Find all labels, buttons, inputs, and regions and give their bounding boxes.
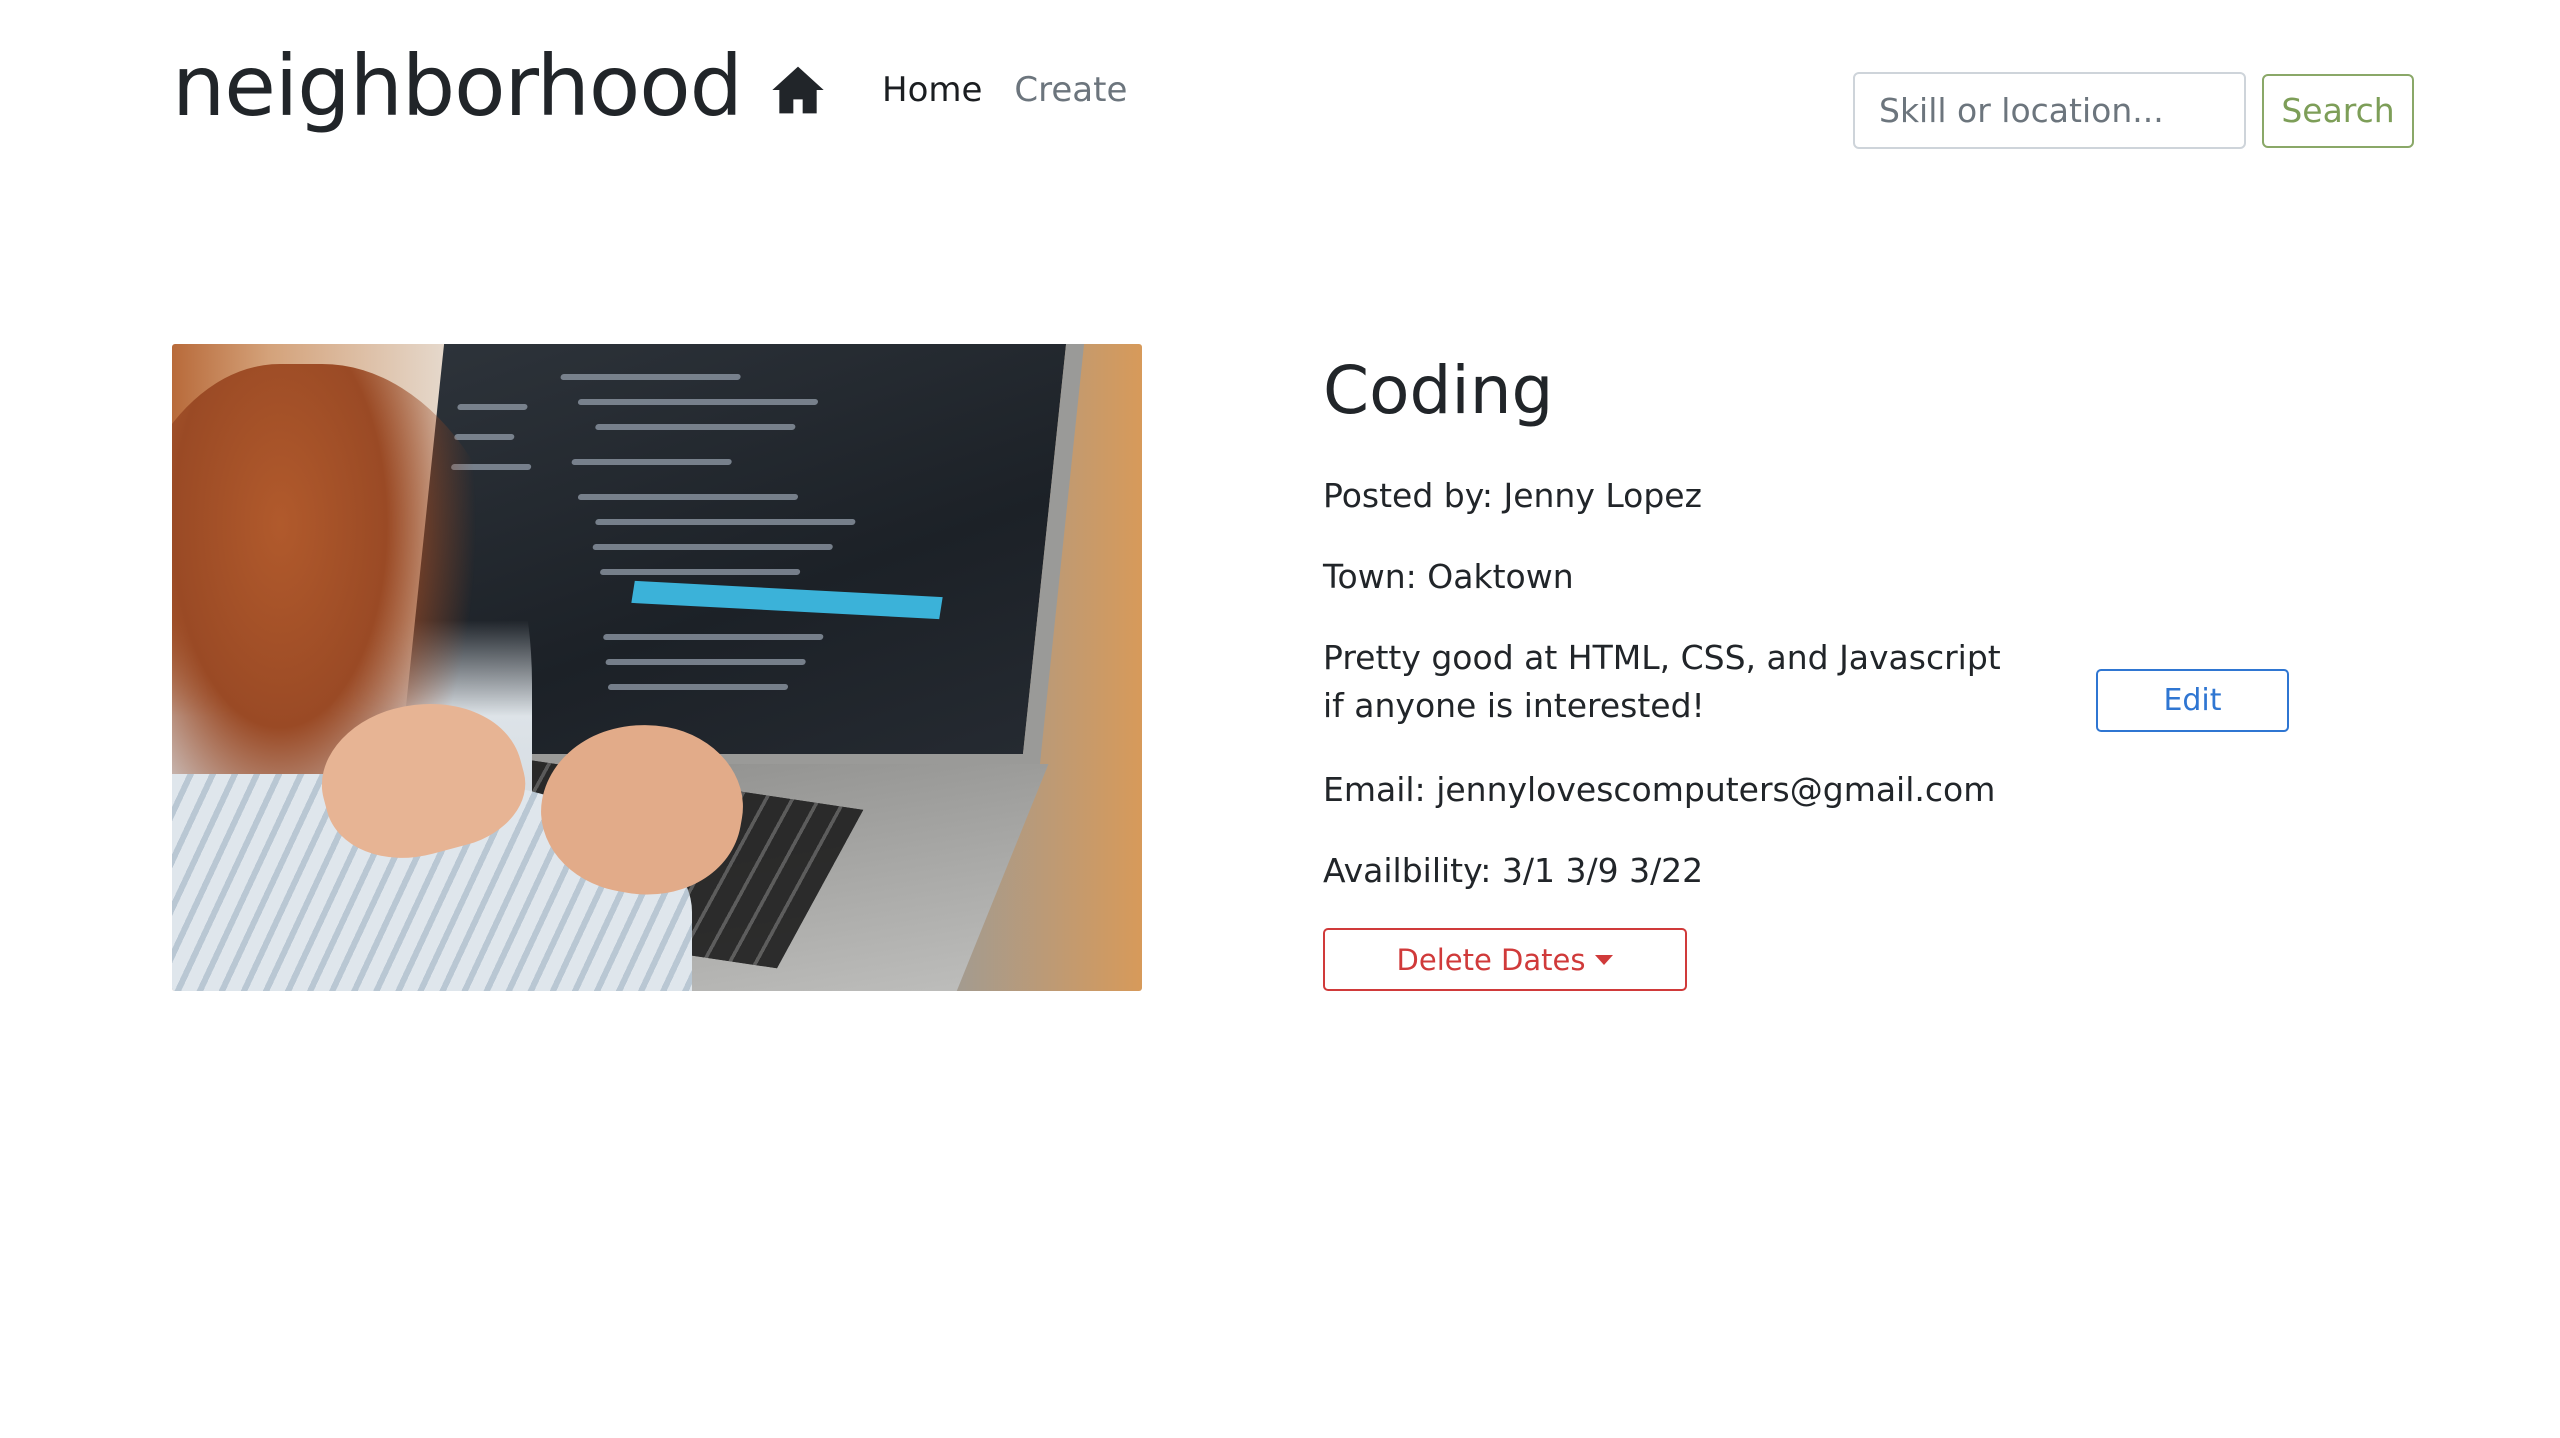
delete-dates-label: Delete Dates — [1396, 942, 1586, 977]
availability-label: Availbility: — [1323, 851, 1492, 890]
availability-value: 3/1 3/9 3/22 — [1501, 851, 1704, 890]
email-label: Email: — [1323, 770, 1426, 809]
posted-by-label: Posted by: — [1323, 476, 1493, 515]
search-form: Search — [1853, 72, 2414, 149]
availability: Availbility: 3/1 3/9 3/22 — [1323, 847, 1703, 895]
search-button[interactable]: Search — [2262, 73, 2414, 148]
nav-link-create[interactable]: Create — [1014, 70, 1127, 110]
delete-dates-dropdown[interactable]: Delete Dates — [1323, 928, 1687, 991]
town-value: Oaktown — [1427, 557, 1574, 596]
posted-by-value: Jenny Lopez — [1503, 476, 1702, 515]
caret-down-icon — [1595, 954, 1614, 965]
listing-image — [172, 344, 1142, 991]
brand-name: neighborhood — [172, 37, 743, 135]
town: Town: Oaktown — [1323, 553, 1574, 601]
brand-logo[interactable]: neighborhood — [172, 36, 826, 136]
posted-by: Posted by: Jenny Lopez — [1323, 472, 1702, 520]
email-value: jennylovescomputers@gmail.com — [1436, 770, 1996, 809]
main-nav: Home Create — [882, 70, 1127, 110]
edit-button[interactable]: Edit — [2096, 669, 2289, 732]
skill-title: Coding — [1323, 352, 1554, 429]
listing-detail: Coding Posted by: Jenny Lopez Town: Oakt… — [1323, 350, 2423, 991]
town-label: Town: — [1323, 557, 1417, 596]
nav-link-home[interactable]: Home — [882, 70, 982, 110]
description: Pretty good at HTML, CSS, and Javascript… — [1323, 638, 2001, 725]
navbar: neighborhood Home Create Search — [0, 0, 2560, 160]
home-icon — [772, 66, 824, 114]
email: Email: jennylovescomputers@gmail.com — [1323, 766, 1995, 814]
search-input[interactable] — [1853, 72, 2246, 149]
